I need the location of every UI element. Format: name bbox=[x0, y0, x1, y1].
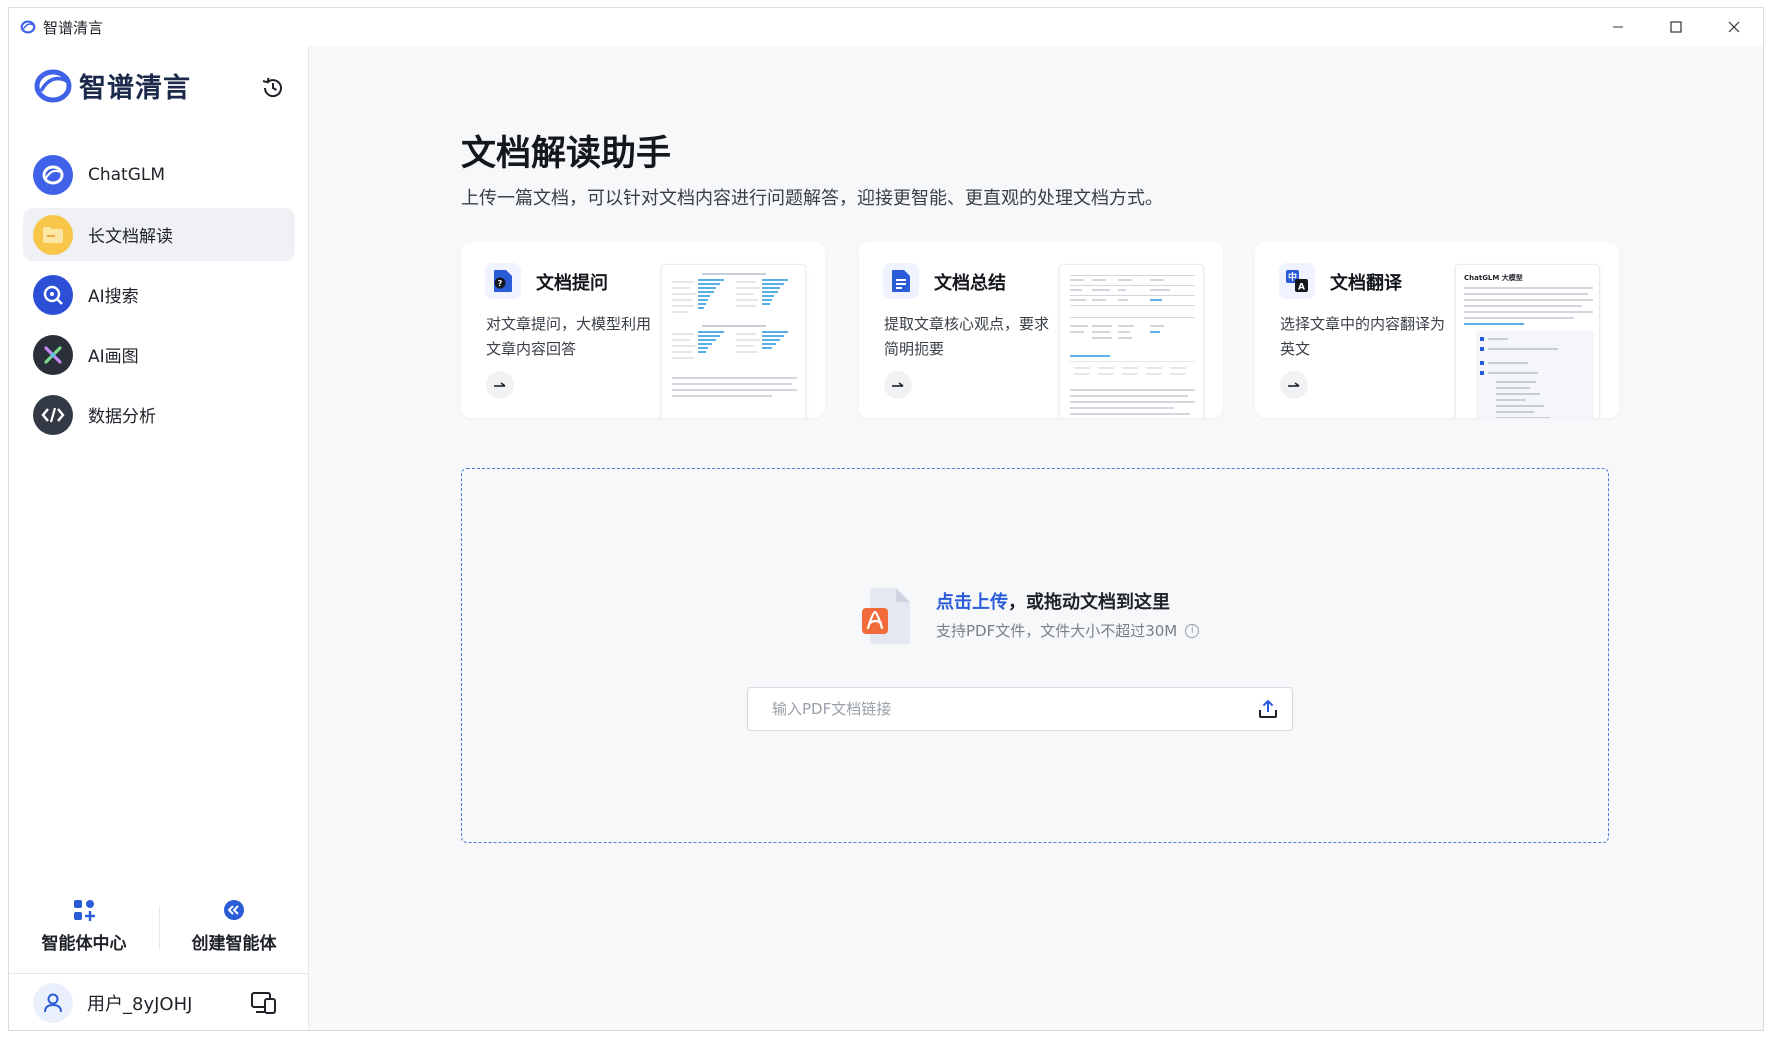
upload-dropzone[interactable]: 点击上传，或拖动文档到这里 支持PDF文件，文件大小不超过30M i bbox=[461, 468, 1609, 843]
brand-logo[interactable]: 智谱清言 bbox=[33, 66, 191, 105]
create-agent-icon bbox=[224, 899, 244, 920]
maximize-button[interactable] bbox=[1647, 8, 1705, 46]
close-icon bbox=[1728, 21, 1740, 33]
agent-center-label: 智能体中心 bbox=[41, 933, 127, 954]
agent-center-button[interactable]: 智能体中心 bbox=[9, 886, 159, 966]
page-title: 文档解读助手 bbox=[461, 134, 672, 174]
document-preview-image bbox=[661, 264, 806, 418]
agent-divider bbox=[159, 906, 160, 950]
main-content: 文档解读助手 上传一篇文档，可以针对文档内容进行问题解答，迎接更智能、更直观的处… bbox=[309, 46, 1763, 1030]
ai-search-icon bbox=[33, 274, 73, 315]
agent-actions: 智能体中心 创建智能体 bbox=[9, 886, 309, 966]
drag-instruction-text: ，或拖动文档到这里 bbox=[1008, 592, 1170, 613]
pdf-url-field bbox=[747, 687, 1293, 731]
arrow-right-icon[interactable] bbox=[884, 371, 912, 399]
card-description: 提取文章核心观点，要求简明扼要 bbox=[884, 315, 1050, 358]
sidebar-item-label: AI搜索 bbox=[88, 287, 139, 307]
brand-name: 智谱清言 bbox=[79, 73, 191, 104]
arrow-right-icon[interactable] bbox=[1280, 371, 1308, 399]
upload-hint: 支持PDF文件，文件大小不超过30M i bbox=[936, 620, 1200, 641]
create-agent-button[interactable]: 创建智能体 bbox=[159, 886, 309, 966]
card-document-summary[interactable]: 文档总结 提取文章核心观点，要求简明扼要 bbox=[859, 242, 1223, 418]
card-title: 文档提问 bbox=[536, 273, 608, 294]
grid-plus-icon bbox=[74, 899, 95, 921]
sidebar-item-ai-search[interactable]: AI搜索 bbox=[23, 268, 295, 321]
sidebar-item-data-analysis[interactable]: 数据分析 bbox=[23, 388, 295, 441]
minimize-icon bbox=[1613, 26, 1623, 28]
card-description: 选择文章中的内容翻译为英文 bbox=[1280, 315, 1446, 358]
info-icon[interactable]: i bbox=[1185, 623, 1200, 638]
user-icon bbox=[44, 993, 62, 1013]
sidebar-item-label: ChatGLM bbox=[88, 164, 166, 185]
maximize-icon bbox=[1670, 21, 1682, 33]
card-description: 对文章提问，大模型利用文章内容回答 bbox=[486, 315, 652, 358]
sidebar-nav: ChatGLM 长文档解读 AI搜索 AI画图 数据分析 bbox=[23, 148, 295, 448]
document-list-icon bbox=[883, 263, 919, 299]
card-title: 文档总结 bbox=[934, 273, 1006, 294]
card-document-translate[interactable]: 中A 文档翻译 选择文章中的内容翻译为英文 ChatGLM 大模型 bbox=[1255, 242, 1619, 418]
close-button[interactable] bbox=[1705, 8, 1763, 46]
card-title: 文档翻译 bbox=[1330, 273, 1402, 294]
sidebar-item-long-document[interactable]: 长文档解读 bbox=[23, 208, 295, 261]
pdf-url-input[interactable] bbox=[748, 688, 1228, 730]
document-preview-image: ChatGLM 大模型 bbox=[1455, 264, 1600, 418]
click-upload-link[interactable]: 点击上传 bbox=[936, 592, 1008, 613]
question-doc-icon: ? bbox=[485, 263, 521, 299]
app-logo-icon bbox=[20, 20, 36, 34]
ai-drawing-icon bbox=[33, 334, 73, 375]
devices-icon[interactable] bbox=[251, 991, 277, 1015]
code-icon bbox=[33, 394, 73, 435]
sidebar-item-ai-drawing[interactable]: AI画图 bbox=[23, 328, 295, 381]
sidebar-item-label: 数据分析 bbox=[88, 407, 156, 427]
title-bar: 智谱清言 bbox=[9, 8, 1763, 46]
pdf-file-icon bbox=[862, 588, 910, 644]
app-window: 智谱清言 智谱清言 ChatGLM 长文档解读 AI搜索 AI画图 数据分析 智… bbox=[8, 7, 1764, 1031]
brand-logo-icon bbox=[34, 69, 72, 102]
history-icon[interactable] bbox=[259, 74, 287, 102]
upload-hint-text: 支持PDF文件，文件大小不超过30M bbox=[936, 622, 1178, 640]
preview-heading: ChatGLM 大模型 bbox=[1464, 274, 1523, 282]
sidebar-item-chatglm[interactable]: ChatGLM bbox=[23, 148, 295, 201]
user-name[interactable]: 用户_8yJOHJ bbox=[87, 990, 192, 1016]
sidebar: 智谱清言 ChatGLM 长文档解读 AI搜索 AI画图 数据分析 智能体中心 … bbox=[9, 46, 309, 1030]
window-title: 智谱清言 bbox=[43, 18, 104, 37]
sidebar-item-label: 长文档解读 bbox=[88, 227, 173, 247]
page-subtitle: 上传一篇文档，可以针对文档内容进行问题解答，迎接更智能、更直观的处理文档方式。 bbox=[461, 188, 1163, 209]
sidebar-item-label: AI画图 bbox=[88, 347, 139, 367]
document-preview-image bbox=[1059, 264, 1204, 418]
minimize-button[interactable] bbox=[1589, 8, 1647, 46]
arrow-right-icon[interactable] bbox=[486, 371, 514, 399]
chatglm-icon bbox=[33, 154, 73, 195]
create-agent-label: 创建智能体 bbox=[191, 933, 277, 954]
svg-text:?: ? bbox=[498, 279, 503, 288]
user-bar: 用户_8yJOHJ bbox=[9, 973, 309, 1030]
upload-instruction: 点击上传，或拖动文档到这里 bbox=[936, 588, 1170, 614]
folder-icon bbox=[33, 214, 73, 255]
upload-icon[interactable] bbox=[1258, 699, 1278, 719]
card-document-question[interactable]: ? 文档提问 对文章提问，大模型利用文章内容回答 bbox=[461, 242, 825, 418]
avatar[interactable] bbox=[33, 983, 73, 1023]
window-controls bbox=[1589, 8, 1763, 46]
translate-icon: 中A bbox=[1279, 263, 1315, 299]
svg-text:A: A bbox=[1298, 283, 1305, 293]
